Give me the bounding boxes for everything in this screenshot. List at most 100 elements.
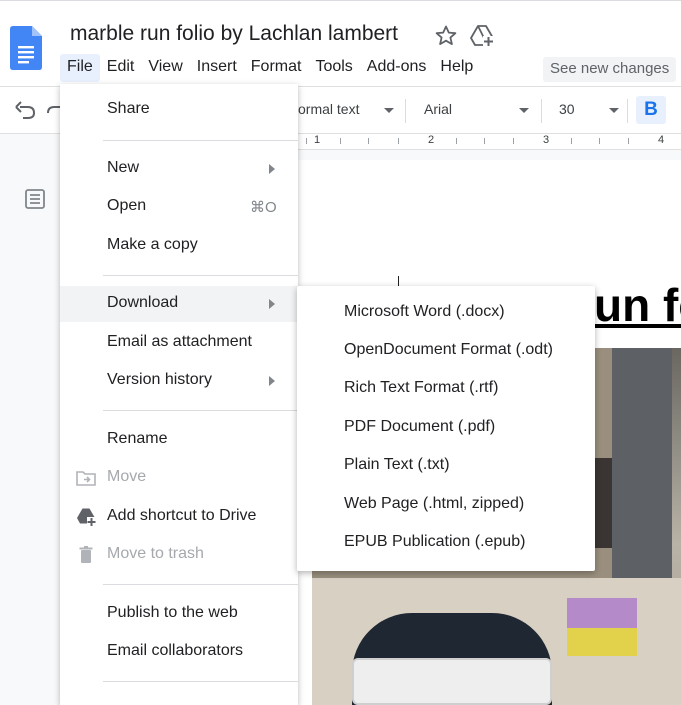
menu-item-publish-to-the-web[interactable]: Publish to the web	[60, 596, 298, 632]
menu-separator	[103, 681, 298, 682]
chevron-down-icon	[384, 108, 394, 113]
menu-item-label: Make a copy	[107, 236, 198, 253]
menu-item-make-a-copy[interactable]: Make a copy	[60, 228, 298, 264]
menu-separator	[103, 140, 298, 141]
ruler-tick	[513, 138, 514, 144]
menu-item-label: Plain Text (.txt)	[344, 456, 450, 473]
chevron-right-icon	[269, 376, 275, 386]
ruler-tick	[306, 138, 307, 144]
download-html-zipped[interactable]: Web Page (.html, zipped)	[297, 487, 595, 523]
paragraph-style-dropdown[interactable]: ormal text	[298, 101, 359, 117]
drive-add-icon	[77, 508, 96, 526]
menu-item-share[interactable]: Share	[60, 92, 298, 128]
menu-item-label: Publish to the web	[107, 604, 238, 621]
ruler-tick	[398, 138, 399, 144]
download-rtf[interactable]: Rich Text Format (.rtf)	[297, 371, 595, 407]
font-family-dropdown[interactable]: Arial	[424, 101, 452, 117]
ruler-tick	[571, 138, 572, 144]
menu-add-ons[interactable]: Add-ons	[360, 54, 434, 82]
menu-bar: File Edit View Insert Format Tools Add-o…	[60, 54, 480, 82]
chevron-right-icon	[269, 164, 275, 174]
bold-button[interactable]: B	[636, 96, 666, 124]
menu-item-new[interactable]: New	[60, 151, 298, 187]
ruler-tick	[628, 138, 629, 144]
browser-edge	[0, 0, 681, 8]
menu-item-label: Move	[107, 468, 147, 485]
ruler-tick	[484, 138, 485, 144]
toolbar-divider	[627, 99, 628, 123]
ruler-number: 4	[658, 134, 665, 146]
menu-item-label: Move to trash	[107, 545, 204, 562]
menu-item-rename[interactable]: Rename	[60, 422, 298, 458]
menu-insert[interactable]: Insert	[190, 54, 244, 82]
keyboard-shortcut: ⌘O	[250, 199, 277, 216]
menu-view[interactable]: View	[141, 54, 189, 82]
menu-item-move-to-trash: Move to trash	[60, 537, 298, 573]
menu-item-email-collaborators[interactable]: Email collaborators	[60, 634, 298, 670]
menu-separator	[103, 275, 298, 276]
star-icon[interactable]	[434, 24, 458, 48]
menu-file[interactable]: File	[60, 54, 100, 82]
menu-item-label: EPUB Publication (.epub)	[344, 533, 526, 550]
toolbar-divider	[541, 99, 542, 123]
chevron-right-icon	[269, 299, 275, 309]
menu-item-label: Download	[107, 294, 179, 311]
document-heading[interactable]: un fo	[594, 280, 681, 330]
trash-icon	[79, 546, 93, 563]
download-epub[interactable]: EPUB Publication (.epub)	[297, 525, 595, 561]
chevron-down-icon	[519, 108, 529, 113]
menu-item-label: Open	[107, 197, 147, 214]
photo-fridge	[612, 348, 672, 578]
menu-edit[interactable]: Edit	[100, 54, 142, 82]
menu-item-label: Rename	[107, 430, 168, 447]
undo-icon[interactable]	[14, 101, 36, 121]
menu-item-label: Microsoft Word (.docx)	[344, 303, 505, 320]
menu-item-move: Move	[60, 460, 298, 496]
menu-item-label: PDF Document (.pdf)	[344, 418, 496, 435]
docs-logo-icon[interactable]	[10, 26, 42, 70]
document-title[interactable]: marble run folio by Lachlan lambert	[70, 22, 398, 46]
download-docx[interactable]: Microsoft Word (.docx)	[297, 295, 595, 331]
menu-item-label: Email collaborators	[107, 642, 244, 659]
photo-box	[567, 598, 637, 628]
menu-item-label: Web Page (.html, zipped)	[344, 495, 525, 512]
ruler-number: 3	[543, 134, 550, 146]
menu-separator	[103, 584, 298, 585]
ruler-number: 2	[428, 134, 435, 146]
download-txt[interactable]: Plain Text (.txt)	[297, 448, 595, 484]
download-odt[interactable]: OpenDocument Format (.odt)	[297, 333, 595, 369]
ruler-tick	[599, 138, 600, 144]
menu-item-label: Rich Text Format (.rtf)	[344, 379, 499, 396]
menu-item-version-history[interactable]: Version history	[60, 363, 298, 399]
font-size-dropdown[interactable]: 30	[559, 101, 575, 117]
menu-help[interactable]: Help	[433, 54, 480, 82]
ruler-tick	[368, 138, 369, 144]
folder-move-icon	[76, 471, 96, 486]
move-to-drive-icon[interactable]	[470, 25, 494, 47]
app-header: marble run folio by Lachlan lambert File…	[0, 0, 681, 86]
toolbar-divider	[405, 99, 406, 123]
menu-item-label: Add shortcut to Drive	[107, 507, 257, 524]
menu-item-download[interactable]: Download	[60, 286, 298, 322]
menu-tools[interactable]: Tools	[308, 54, 359, 82]
menu-item-label: New	[107, 159, 140, 176]
menu-item-label: Share	[107, 100, 150, 117]
download-pdf[interactable]: PDF Document (.pdf)	[297, 410, 595, 446]
document-outline-icon[interactable]	[24, 188, 46, 210]
chevron-down-icon	[609, 108, 619, 113]
ruler-number: 1	[314, 134, 321, 146]
file-menu: Share New Open ⌘O Make a copy Download E…	[60, 84, 298, 705]
ruler[interactable]: 1 2 3 4	[298, 134, 681, 150]
menu-item-add-shortcut-to-drive[interactable]: Add shortcut to Drive	[60, 499, 298, 535]
photo-basket	[352, 658, 552, 705]
menu-item-email-as-attachment[interactable]: Email as attachment	[60, 325, 298, 361]
photo-box	[567, 628, 637, 656]
see-new-changes-button[interactable]: See new changes	[543, 57, 677, 82]
ruler-tick	[340, 138, 341, 144]
menu-item-label: OpenDocument Format (.odt)	[344, 341, 553, 358]
menu-item-label: Email as attachment	[107, 333, 252, 350]
menu-format[interactable]: Format	[244, 54, 309, 82]
menu-item-open[interactable]: Open ⌘O	[60, 189, 298, 225]
menu-separator	[103, 410, 298, 411]
ruler-tick	[456, 138, 457, 144]
